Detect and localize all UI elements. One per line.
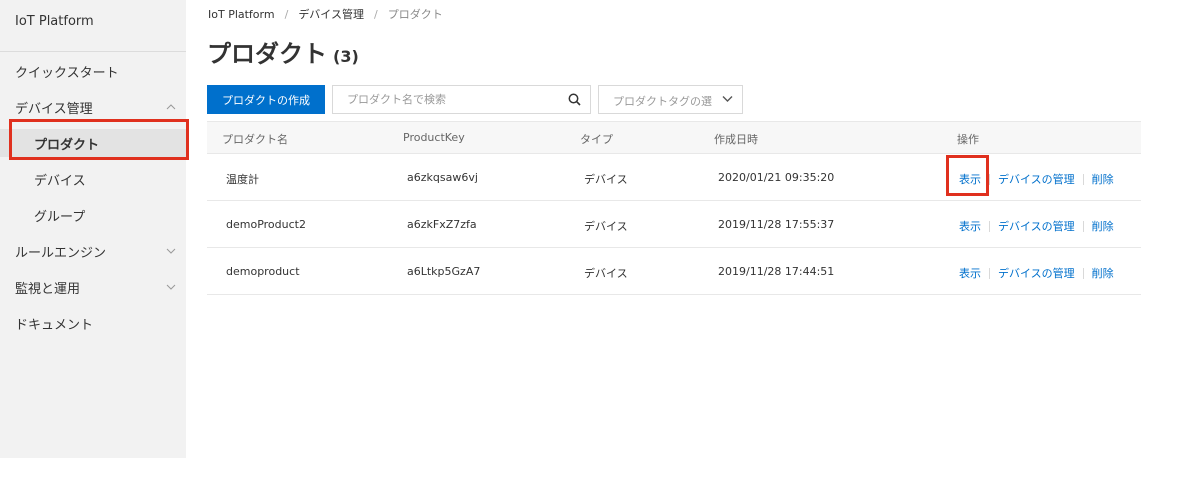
brand-title[interactable]: IoT Platform [15,14,94,29]
column-header-name: プロダクト名 [222,133,288,146]
divider [1082,267,1084,279]
sidebar-item-rule-engine[interactable]: ルールエンジン [0,237,186,265]
page-title: プロダクト (3) [207,34,359,69]
row-actions: 表示 デバイスの管理 削除 [959,171,1114,187]
sidebar: IoT Platform クイックスタート デバイス管理 プロダクト デバイス … [0,0,186,458]
create-product-button[interactable]: プロダクトの作成 [207,85,325,114]
divider [1082,173,1084,185]
row-actions: 表示 デバイスの管理 削除 [959,265,1114,281]
cell-created: 2019/11/28 17:44:51 [718,265,835,278]
sidebar-item-group[interactable]: グループ [0,201,186,229]
product-count: (3) [333,47,359,66]
chevron-up-icon [166,104,176,110]
delete-link[interactable]: 削除 [1092,171,1114,187]
search-box [332,85,591,114]
cell-type: デバイス [584,267,628,280]
row-actions: 表示 デバイスの管理 削除 [959,218,1114,234]
chevron-down-icon [166,284,176,290]
sidebar-item-label: デバイス管理 [15,101,93,117]
divider [989,220,990,232]
sidebar-item-quickstart[interactable]: クイックスタート [0,57,186,85]
product-tag-placeholder: プロダクトタグの選 [613,95,712,108]
column-header-actions: 操作 [957,133,979,146]
delete-link[interactable]: 削除 [1092,265,1114,281]
sidebar-item-label: ルールエンジン [15,245,107,261]
cell-product-name: 温度計 [226,173,259,186]
divider [0,51,186,52]
sidebar-item-label: 監視と運用 [15,281,81,297]
table-header: プロダクト名 ProductKey タイプ 作成日時 操作 [207,121,1141,154]
cell-product-key: a6zkqsaw6vj [407,171,478,184]
sidebar-item-label: プロダクト [34,137,100,153]
view-link[interactable]: 表示 [959,265,981,281]
table-row: demoProduct2 a6zkFxZ7zfa デバイス 2019/11/28… [207,201,1141,248]
table-row: 温度計 a6zkqsaw6vj デバイス 2020/01/21 09:35:20… [207,154,1141,201]
sidebar-item-documents[interactable]: ドキュメント [0,309,186,337]
cell-type: デバイス [584,220,628,233]
sidebar-item-monitoring[interactable]: 監視と運用 [0,273,186,301]
cell-created: 2019/11/28 17:55:37 [718,218,835,231]
manage-devices-link[interactable]: デバイスの管理 [998,265,1075,281]
divider [989,267,990,279]
sidebar-item-device[interactable]: デバイス [0,165,186,193]
divider [989,173,990,185]
column-header-productkey: ProductKey [403,131,465,144]
view-link[interactable]: 表示 [959,171,981,187]
sidebar-item-label: ドキュメント [15,317,94,333]
sidebar-item-product[interactable]: プロダクト [0,129,186,157]
breadcrumb-separator: / [373,7,378,21]
sidebar-item-device-management[interactable]: デバイス管理 [0,93,186,121]
breadcrumb-item[interactable]: IoT Platform [208,8,275,21]
cell-created: 2020/01/21 09:35:20 [718,171,835,184]
sidebar-item-label: クイックスタート [15,65,119,81]
cell-product-key: a6zkFxZ7zfa [407,218,477,231]
search-icon[interactable] [568,93,581,106]
divider [1082,220,1084,232]
delete-link[interactable]: 削除 [1092,218,1114,234]
product-tag-select[interactable]: プロダクトタグの選 [598,85,743,114]
cell-product-key: a6Ltkp5GzA7 [407,265,481,278]
page-title-text: プロダクト [207,40,327,68]
sidebar-item-label: デバイス [34,173,86,189]
breadcrumb-current: プロダクト [387,8,443,21]
manage-devices-link[interactable]: デバイスの管理 [998,171,1075,187]
cell-product-name: demoproduct [226,265,300,278]
search-input[interactable] [333,86,561,113]
breadcrumb-item[interactable]: デバイス管理 [298,6,364,22]
chevron-down-icon [166,248,176,254]
breadcrumb: IoT Platform / デバイス管理 / プロダクト [208,6,443,22]
column-header-type: タイプ [580,133,613,146]
view-link[interactable]: 表示 [959,218,981,234]
cell-type: デバイス [584,173,628,186]
product-table: プロダクト名 ProductKey タイプ 作成日時 操作 温度計 a6zkqs… [207,121,1141,295]
cell-product-name: demoProduct2 [226,218,306,231]
sidebar-item-label: グループ [34,209,86,225]
column-header-created: 作成日時 [714,133,758,146]
breadcrumb-separator: / [284,7,289,21]
table-row: demoproduct a6Ltkp5GzA7 デバイス 2019/11/28 … [207,248,1141,295]
manage-devices-link[interactable]: デバイスの管理 [998,218,1075,234]
chevron-down-icon [722,96,733,102]
